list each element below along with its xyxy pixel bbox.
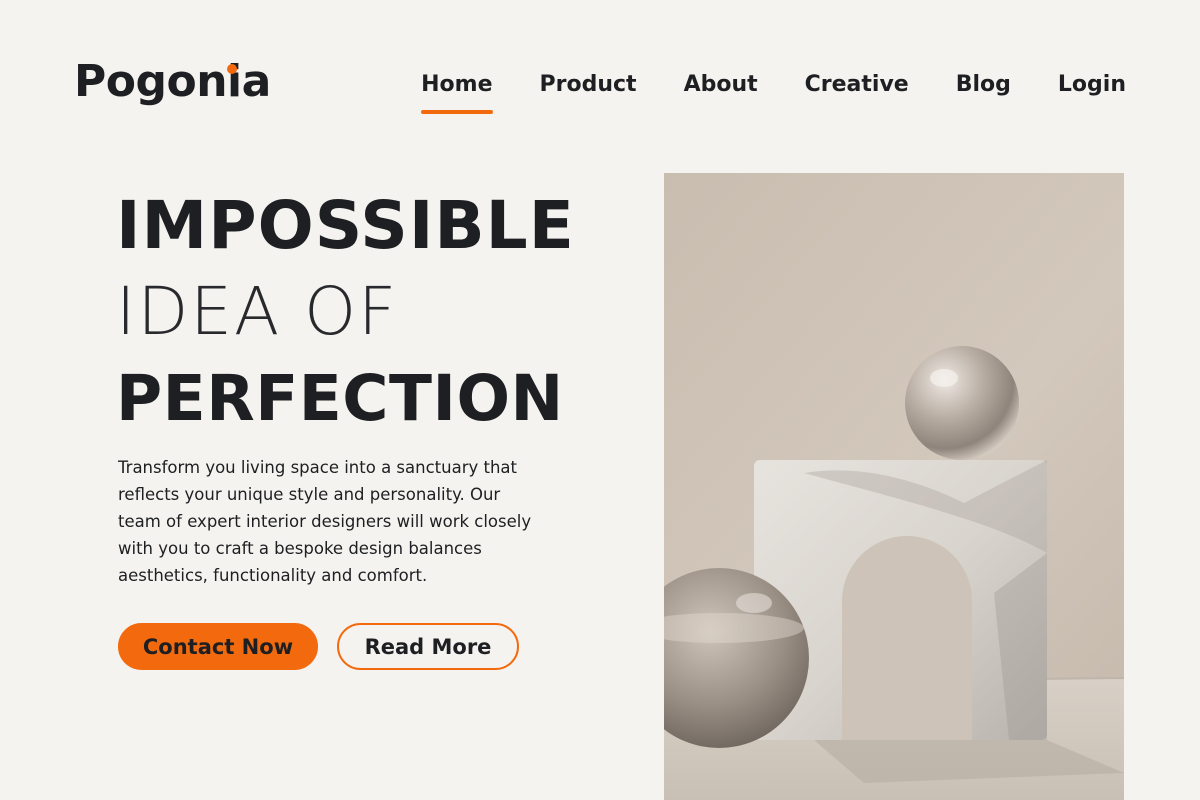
nav-home[interactable]: Home [421,72,493,116]
hero-image [664,173,1124,800]
nav-login[interactable]: Login [1058,72,1126,98]
hero-headline: IMPOSSIBLE IDEA OF PERFECTION [116,187,575,435]
logo-dot [227,64,237,74]
read-more-button[interactable]: Read More [337,623,519,670]
nav-creative[interactable]: Creative [805,72,909,98]
nav-about[interactable]: About [684,72,758,98]
contact-now-button[interactable]: Contact Now [118,623,318,670]
headline-line-1: IMPOSSIBLE [116,187,575,264]
marble-sculpture-illustration [664,173,1124,800]
logo[interactable]: Pogonia [74,60,271,104]
headline-line-3: PERFECTION [116,362,564,435]
headline-line-2: IDEA OF [116,273,399,350]
nav-product[interactable]: Product [540,72,637,98]
nav-blog[interactable]: Blog [956,72,1011,98]
hero-description: Transform you living space into a sanctu… [118,458,532,585]
main-nav: Home Product About Creative Blog Login [421,72,1126,116]
